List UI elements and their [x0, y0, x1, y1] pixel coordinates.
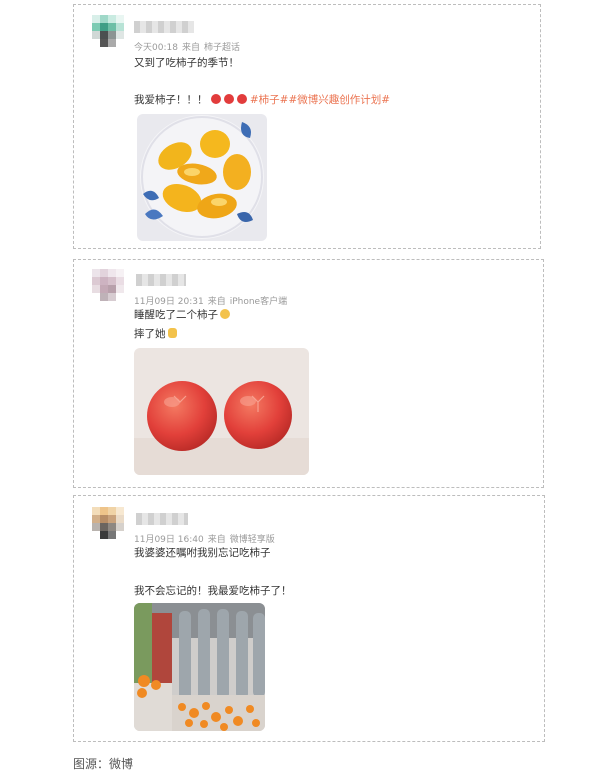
post-time[interactable]: 今天00:18 [134, 43, 178, 53]
weibo-post-2: 11月09日 20:31 来自 iPhone客户端 睡醒吃了二个柿子 摔了她 [73, 259, 544, 488]
post-text-line2: 我爱柿子！！！ #柿子##微博兴趣创作计划# [134, 93, 390, 107]
post-text-line1: 我婆婆还嘱咐我别忘记吃柿子 [134, 547, 271, 559]
post-time[interactable]: 11月09日 20:31 [134, 297, 204, 307]
post-text-line1: 又到了吃柿子的季节！ [134, 57, 239, 69]
weibo-post-3: 11月09日 16:40 来自 微博轻享版 我婆婆还嘱咐我别忘记吃柿子 我不会忘记的… [73, 495, 545, 742]
post-text-line1: 睡醒吃了二个柿子 [134, 308, 230, 322]
post-text: 摔了她 [134, 328, 166, 340]
post-text-line2: 摔了她 [134, 327, 177, 341]
source-prefix: 来自 [207, 297, 226, 307]
smile-emoji-icon [220, 309, 230, 319]
post-source[interactable]: iPhone客户端 [230, 297, 287, 307]
post-source[interactable]: 微博轻享版 [230, 535, 275, 545]
weibo-post-1: 今天00:18 来自 柿子超话 又到了吃柿子的季节！ 我爱柿子！！！ #柿子##微博… [73, 4, 541, 249]
persimmon-emoji-icon [223, 94, 234, 104]
victory-hand-emoji-icon [167, 328, 177, 338]
post-text: 我爱柿子！！！ [134, 94, 208, 106]
avatar[interactable] [92, 269, 126, 303]
username-blurred[interactable] [134, 21, 194, 33]
persimmon-emoji-icon [236, 94, 247, 104]
post-meta: 11月09日 16:40 来自 微博轻享版 [134, 532, 279, 545]
post-meta: 11月09日 20:31 来自 iPhone客户端 [134, 294, 291, 307]
post-meta: 今天00:18 来自 柿子超话 [134, 40, 244, 53]
avatar[interactable] [92, 507, 126, 541]
persimmon-emoji-icon [210, 94, 221, 104]
hashtag-links[interactable]: #柿子##微博兴趣创作计划# [250, 94, 390, 106]
post-photo-two-persimmons[interactable] [134, 348, 309, 475]
post-photo-persimmon-slices[interactable] [137, 114, 267, 241]
username-blurred[interactable] [136, 274, 186, 286]
post-photo-persimmons-on-balcony[interactable] [134, 603, 265, 731]
post-time[interactable]: 11月09日 16:40 [134, 535, 204, 545]
post-source[interactable]: 柿子超话 [204, 43, 240, 53]
username-blurred[interactable] [136, 513, 188, 525]
avatar[interactable] [92, 15, 126, 49]
post-text-line2: 我不会忘记的！我最爱吃柿子了！ [134, 585, 292, 597]
image-source-caption: 图源：微博 [73, 757, 134, 771]
post-text: 睡醒吃了二个柿子 [134, 309, 218, 321]
source-prefix: 来自 [181, 43, 200, 53]
source-prefix: 来自 [207, 535, 226, 545]
